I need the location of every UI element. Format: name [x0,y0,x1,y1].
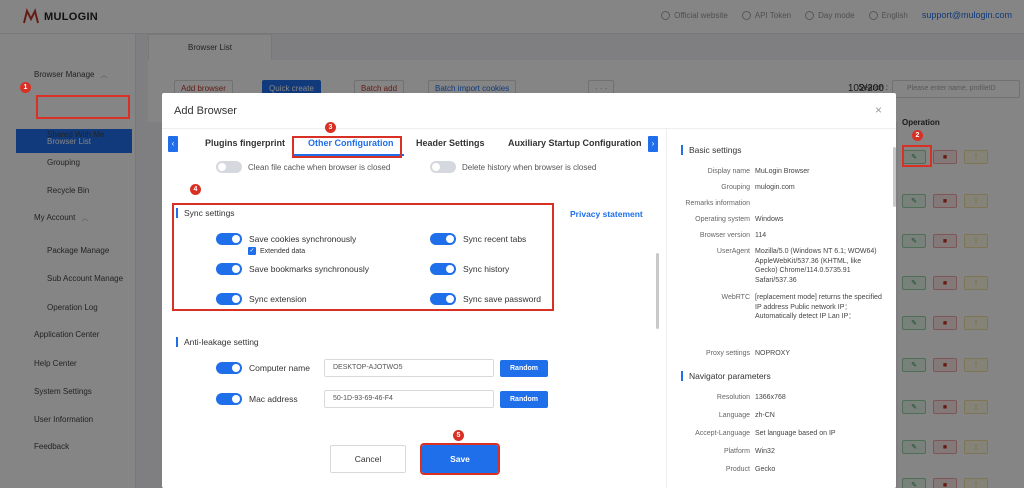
extended-data-option[interactable]: ✓ Extended data [248,247,305,255]
summary-scrollbar[interactable] [893,147,896,207]
tab-plugins-fingerprint[interactable]: Plugins fingerprint [205,138,285,148]
computer-name-label: Computer name [249,363,310,373]
privacy-statement-link[interactable]: Privacy statement [570,209,643,219]
dialog-title: Add Browser [174,105,237,117]
summary-row: Remarks information [685,200,750,207]
mac-address-toggle[interactable] [216,393,242,405]
mac-address-input[interactable]: 50-1D-93-69-46-F4 [324,390,494,408]
extended-data-checkbox[interactable]: ✓ [248,247,256,255]
summary-row: Product Gecko [725,466,776,473]
summary-row: Grouping mulogin.com [721,184,795,191]
save-cookies-option[interactable]: Save cookies synchronously [216,233,356,245]
computer-name-row: Computer name DESKTOP-AJOTWO5 Random [216,359,548,377]
sync-recent-tabs-option[interactable]: Sync recent tabs [430,233,526,245]
step-marker-3: 3 [325,122,336,133]
clean-cache-option[interactable]: Clean file cache when browser is closed [216,161,390,173]
step-marker-1: 1 [20,82,31,93]
save-button[interactable]: Save [420,443,500,475]
summary-row: Language zh-CN [718,412,775,419]
panel-scrollbar[interactable] [656,253,659,329]
summary-row: Platform Win32 [723,448,775,455]
step-marker-2: 2 [912,130,923,141]
sync-history-option[interactable]: Sync history [430,263,509,275]
delete-history-toggle[interactable] [430,161,456,173]
tab-prev-button[interactable]: ‹ [168,136,178,152]
config-tabs: ‹ Plugins fingerprint Other Configuratio… [168,134,662,156]
mac-address-label: Mac address [249,394,298,404]
close-icon[interactable]: × [875,103,882,117]
tab-next-button[interactable]: › [648,136,658,152]
other-configuration-tab-highlight [292,136,402,158]
sync-recent-tabs-toggle[interactable] [430,233,456,245]
save-bookmarks-option[interactable]: Save bookmarks synchronously [216,263,369,275]
summary-row: UserAgent Mozilla/5.0 (Windows NT 6.1; WO… [716,248,877,284]
random-computer-name-button[interactable]: Random [500,359,548,377]
cancel-button[interactable]: Cancel [330,445,406,473]
save-bookmarks-toggle[interactable] [216,263,242,275]
sync-save-password-option[interactable]: Sync save password [430,293,541,305]
browser-list-highlight [36,95,130,119]
summary-row: Operating system Windows [695,216,784,223]
mac-address-row: Mac address 50-1D-93-69-46-F4 Random [216,390,548,408]
tab-auxiliary-startup-configuration[interactable]: Auxiliary Startup Configuration [508,138,642,148]
basic-settings-title: Basic settings [681,145,741,155]
dialog-header: Add Browser × [162,93,896,129]
anti-leakage-title: Anti-leakage setting [176,337,259,347]
sync-extension-option[interactable]: Sync extension [216,293,307,305]
sync-save-password-toggle[interactable] [430,293,456,305]
random-mac-address-button[interactable]: Random [500,390,548,408]
save-cookies-toggle[interactable] [216,233,242,245]
computer-name-input[interactable]: DESKTOP-AJOTWO5 [324,359,494,377]
delete-history-option[interactable]: Delete history when browser is closed [430,161,596,173]
sync-history-toggle[interactable] [430,263,456,275]
summary-panel: Basic settings Display name MuLogin Brows… [666,129,896,488]
step-marker-5: 5 [453,430,464,441]
summary-row: Resolution 1366x768 [716,394,786,401]
summary-row: Proxy settings NOPROXY [706,350,791,357]
navigator-parameters-title: Navigator parameters [681,371,771,381]
other-configuration-panel: Clean file cache when browser is closed … [162,159,666,488]
computer-name-toggle[interactable] [216,362,242,374]
edit-button-highlight [902,145,932,167]
summary-row: Display name MuLogin Browser [707,168,810,175]
summary-row: WebRTC [replacement mode] returns the spe… [721,294,882,320]
summary-row: Accept-Language Set language based on IP [695,430,836,437]
add-browser-dialog: Add Browser × ‹ Plugins fingerprint Othe… [162,93,896,488]
tab-header-settings[interactable]: Header Settings [416,138,485,148]
summary-row: Browser version 114 [699,232,767,239]
clean-cache-toggle[interactable] [216,161,242,173]
step-marker-4: 4 [190,184,201,195]
sync-extension-toggle[interactable] [216,293,242,305]
